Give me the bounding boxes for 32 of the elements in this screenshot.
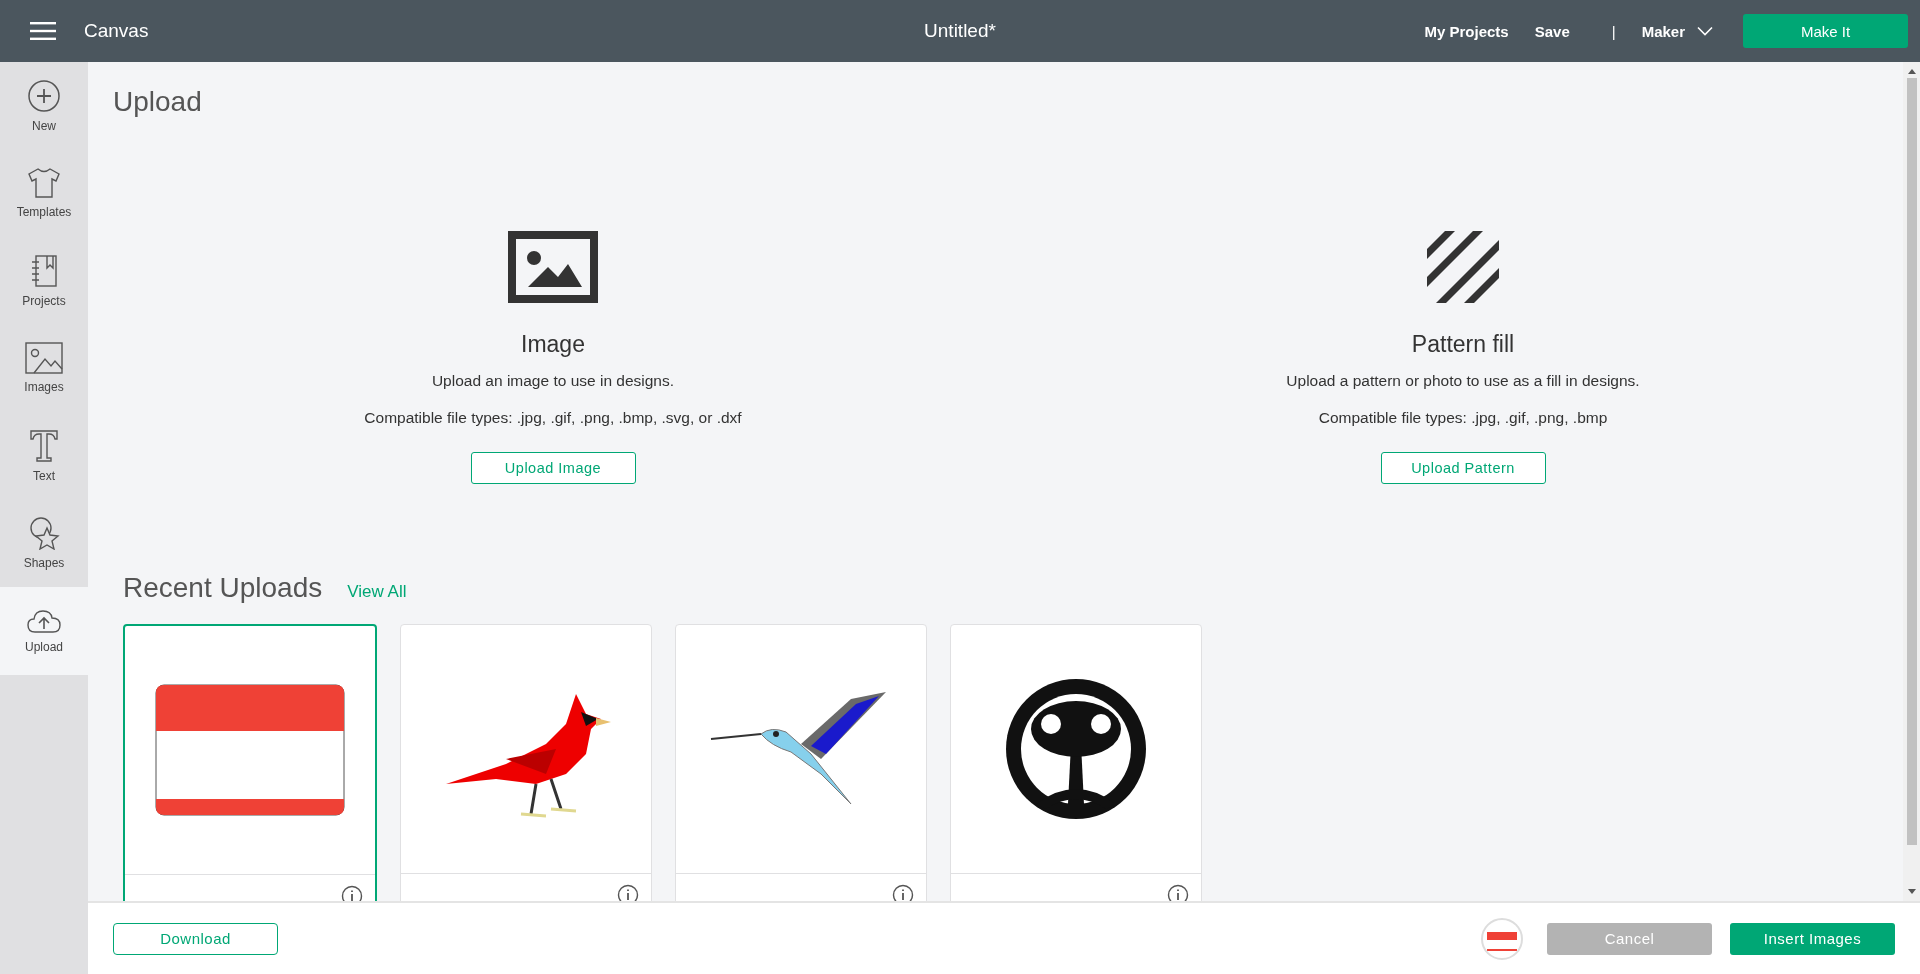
file-types-text: Compatible file types: .jpg, .gif, .png, .bmp, .svg, or .dxf [364, 409, 742, 427]
option-title: Image [521, 331, 585, 358]
image-icon [25, 342, 63, 375]
section-title: Recent Uploads [123, 572, 323, 604]
machine-dropdown[interactable]: Maker [1641, 22, 1713, 40]
option-description: Upload a pattern or photo to use as a fill in designs. [1286, 372, 1640, 390]
info-icon[interactable] [1167, 884, 1189, 901]
app-name: Canvas [84, 20, 149, 42]
scrollbar[interactable] [1903, 62, 1920, 901]
file-types-text: Compatible file types: .jpg, .gif, .png, .bmp [1318, 409, 1608, 427]
option-title: Pattern fill [1411, 331, 1515, 358]
info-icon[interactable] [341, 885, 363, 901]
scroll-up-icon[interactable] [1907, 68, 1916, 74]
scroll-down-icon[interactable] [1907, 889, 1916, 895]
letter-t-icon [29, 428, 59, 463]
page-title: Upload [113, 86, 203, 118]
plus-icon [27, 78, 61, 113]
shirt-icon [26, 167, 62, 200]
notebook-icon [29, 253, 59, 288]
info-icon[interactable] [892, 884, 914, 901]
option-description: Upload an image to use in designs. [431, 372, 675, 390]
document-title: Untitled* [924, 20, 996, 42]
chevron-down-icon [1697, 26, 1713, 36]
cloud-upload-icon [26, 607, 62, 634]
shapes-icon [27, 516, 61, 551]
info-icon[interactable] [617, 884, 639, 901]
separator-text: | [1611, 22, 1616, 40]
image-icon [508, 231, 598, 303]
menu-icon[interactable] [30, 22, 56, 40]
sidebar-item[interactable]: Upload [0, 587, 88, 675]
top-link[interactable]: My Projects [1424, 22, 1509, 40]
top-link[interactable]: Save [1534, 22, 1570, 40]
